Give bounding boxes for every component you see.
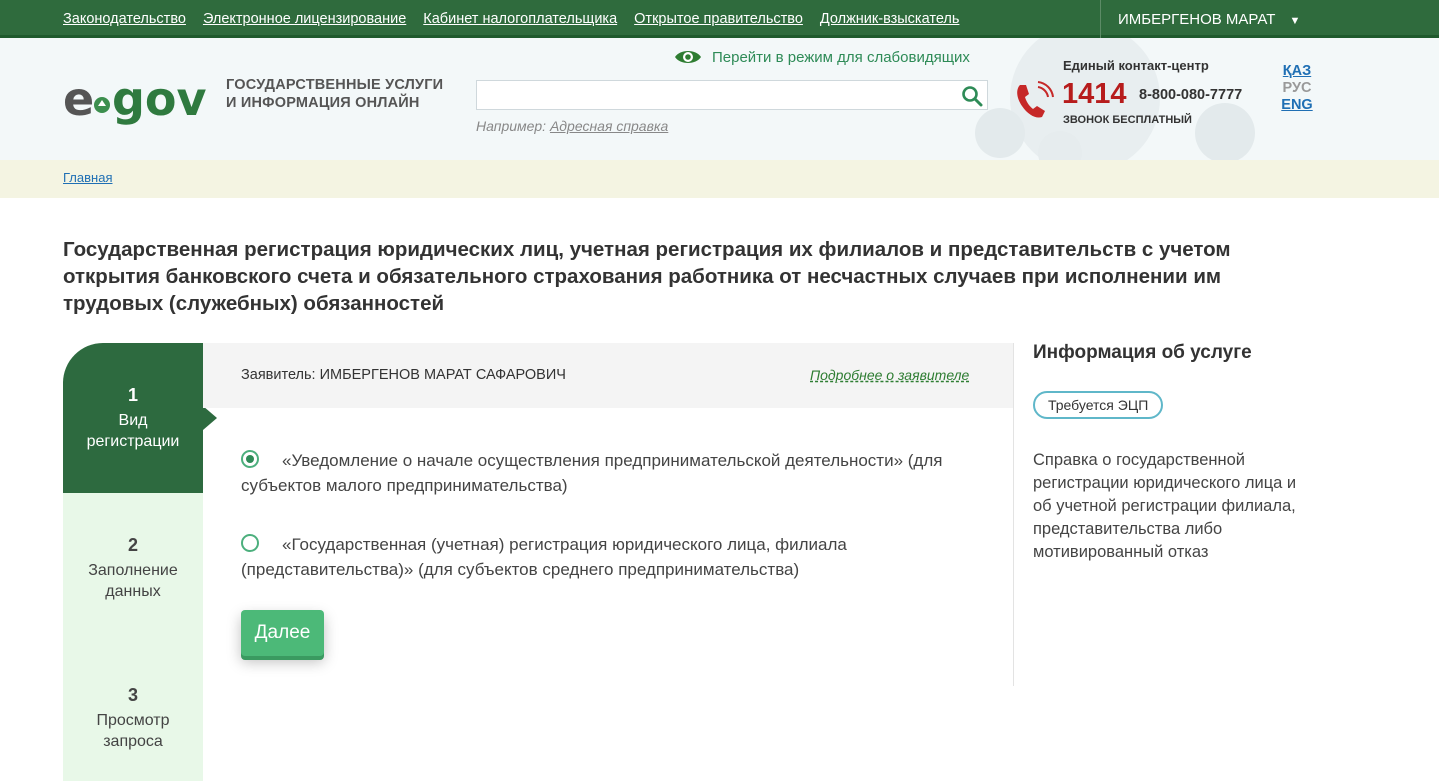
applicant-details-link[interactable]: Подробнее о заявителе — [810, 367, 969, 383]
svg-text:e: e — [63, 72, 94, 126]
user-menu[interactable]: ИМБЕРГЕНОВ МАРАТ ▼ — [1118, 11, 1300, 28]
contact-free-note: ЗВОНОК БЕСПЛАТНЫЙ — [1063, 114, 1192, 126]
step-2-data-entry[interactable]: 2 Заполнение данных — [63, 535, 203, 602]
phone-icon — [1017, 81, 1054, 118]
content-divider — [1013, 343, 1014, 686]
step-label-line-2: регистрации — [86, 433, 180, 450]
blind-mode-label: Перейти в режим для слабовидящих — [712, 48, 970, 66]
lang-kaz[interactable]: ҚАЗ — [1280, 63, 1314, 80]
radio-state-registration[interactable] — [241, 534, 259, 552]
option-text: «Государственная (учетная) регистрация ю… — [241, 535, 847, 579]
egov-logo[interactable]: e gov — [63, 71, 213, 126]
option-text: «Уведомление о начале осуществления пред… — [241, 451, 943, 495]
step-label-line-2: данных — [105, 583, 161, 600]
user-menu-divider — [1100, 0, 1101, 38]
breadcrumb: Главная — [0, 160, 1439, 198]
contact-short-number: 1414 — [1062, 78, 1127, 110]
applicant-bar: Заявитель: ИМБЕРГЕНОВ МАРАТ САФАРОВИЧ По… — [203, 343, 1013, 408]
registration-option-notification[interactable]: «Уведомление о начале осуществления пред… — [241, 448, 981, 498]
search-hint-link[interactable]: Адресная справка — [550, 118, 668, 134]
step-3-review-request[interactable]: 3 Просмотр запроса — [63, 685, 203, 752]
search-hint: Например: Адресная справка — [476, 118, 668, 134]
step-label-line-1: Просмотр — [96, 712, 170, 729]
eye-icon — [675, 51, 701, 63]
topnav-open-government[interactable]: Открытое правительство — [634, 11, 803, 27]
step-sidebar: 1 Вид регистрации 2 Заполнение данных 3 … — [63, 343, 203, 781]
step-number: 3 — [127, 685, 138, 705]
step-number: 2 — [127, 535, 138, 555]
search-box — [476, 80, 988, 110]
topnav-taxpayer-cabinet[interactable]: Кабинет налогоплательщика — [423, 11, 617, 27]
topnav-legislation[interactable]: Законодательство — [63, 11, 186, 27]
caret-down-icon: ▼ — [1289, 15, 1301, 27]
search-hint-prefix: Например: — [476, 118, 547, 134]
radio-notification[interactable] — [241, 450, 259, 468]
top-nav: Законодательство Электронное лицензирова… — [63, 11, 959, 27]
contact-alt-number: 8-800-080-7777 — [1139, 87, 1243, 103]
step-label-line-1: Заполнение — [88, 562, 178, 579]
search-input[interactable] — [477, 81, 973, 109]
blind-mode-link[interactable]: Перейти в режим для слабовидящих — [674, 48, 970, 66]
eds-required-badge: Требуется ЭЦП — [1033, 391, 1164, 419]
step-label-line-1: Вид — [118, 412, 148, 429]
tagline-line-1: ГОСУДАРСТВЕННЫЕ УСЛУГИ — [226, 77, 444, 93]
lang-rus: РУС — [1282, 80, 1312, 96]
applicant-label: Заявитель: ИМБЕРГЕНОВ МАРАТ САФАРОВИЧ — [241, 367, 566, 383]
step-label-line-2: запроса — [103, 733, 163, 750]
tagline-line-2: И ИНФОРМАЦИЯ ОНЛАЙН — [226, 95, 420, 111]
user-name: ИМБЕРГЕНОВ МАРАТ — [1118, 11, 1276, 28]
lang-eng[interactable]: ENG — [1280, 97, 1314, 114]
search-icon[interactable] — [961, 85, 983, 107]
site-header: e gov ГОСУДАРСТВЕННЫЕ УСЛУГИ И ИНФОРМАЦИ… — [0, 38, 1439, 160]
step-1-registration-type[interactable]: 1 Вид регистрации — [63, 343, 203, 493]
svg-text:gov: gov — [112, 72, 207, 126]
top-bar: Законодательство Электронное лицензирова… — [0, 0, 1439, 38]
service-info-description: Справка о государственной регистрации юр… — [1033, 451, 1297, 561]
next-button[interactable]: Далее — [241, 610, 324, 656]
step-number: 1 — [127, 385, 138, 405]
registration-option-state-registration[interactable]: «Государственная (учетная) регистрация ю… — [241, 532, 981, 582]
breadcrumb-home[interactable]: Главная — [63, 170, 112, 185]
language-switcher: ҚАЗ РУС ENG — [1280, 63, 1314, 114]
active-step-pointer — [203, 406, 217, 430]
page-title: Государственная регистрация юридических … — [63, 238, 1231, 315]
topnav-e-licensing[interactable]: Электронное лицензирование — [203, 11, 406, 27]
topnav-debtor-collector[interactable]: Должник-взыскатель — [820, 11, 960, 27]
site-tagline: ГОСУДАРСТВЕННЫЕ УСЛУГИ И ИНФОРМАЦИЯ ОНЛА… — [226, 76, 443, 112]
service-info-title: Информация об услуге — [1033, 342, 1252, 363]
contact-center-title: Единый контакт-центр — [1063, 58, 1209, 73]
